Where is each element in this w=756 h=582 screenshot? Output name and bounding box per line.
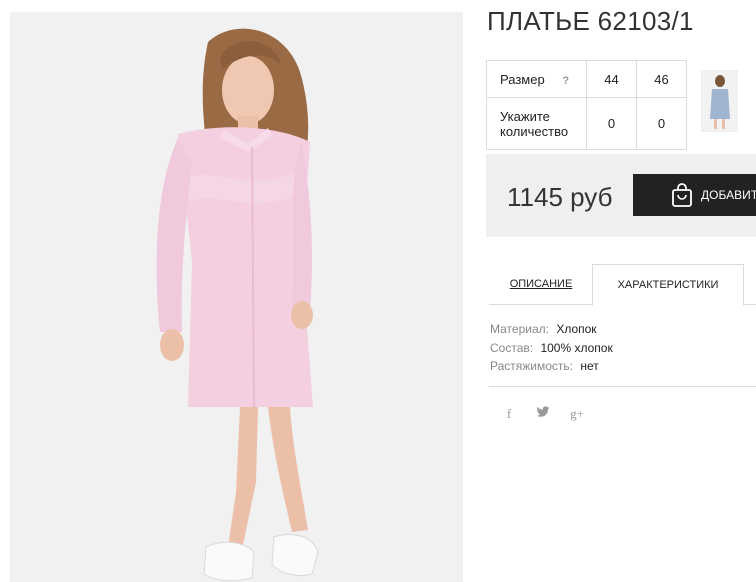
price-value: 1145 руб — [507, 182, 613, 212]
product-main-image[interactable] — [10, 12, 463, 582]
product-thumbnail[interactable] — [701, 70, 738, 132]
tab-description[interactable]: ОПИСАНИЕ — [489, 264, 593, 304]
specs-list: Материал: Хлопок Состав: 100% хлопок Рас… — [490, 320, 613, 376]
spec-key: Материал: — [490, 322, 549, 336]
size-option-44: 44 — [586, 60, 637, 98]
spec-key: Растяжимость: — [490, 359, 574, 373]
size-label-cell: Размер ? — [486, 60, 587, 98]
add-to-cart-button[interactable]: ДОБАВИТЬ — [633, 174, 756, 216]
quantity-input-46[interactable]: 0 — [636, 97, 687, 150]
spec-row-composition: Состав: 100% хлопок — [490, 339, 613, 358]
spec-row-material: Материал: Хлопок — [490, 320, 613, 339]
spec-value: нет — [580, 359, 599, 373]
spec-key: Состав: — [490, 340, 534, 355]
tab-characteristics[interactable]: ХАРАКТЕРИСТИКИ — [592, 264, 744, 306]
divider — [489, 386, 756, 387]
size-label: Размер — [500, 71, 545, 87]
size-help-icon[interactable]: ? — [562, 75, 569, 87]
size-table: Размер ? 44 46 Укажите количество 0 0 — [486, 60, 687, 150]
quantity-input-44[interactable]: 0 — [586, 97, 637, 150]
model-in-dress-illustration — [10, 12, 463, 582]
spec-value: 100% хлопок — [540, 340, 613, 355]
google-plus-icon[interactable]: g+ — [568, 406, 586, 422]
spec-row-stretch: Растяжимость: нет — [490, 357, 613, 376]
quantity-label: Укажите количество — [486, 97, 587, 150]
spec-value: Хлопок — [556, 322, 597, 336]
product-title: ПЛАТЬЕ 62103/1 — [487, 6, 694, 36]
twitter-icon[interactable] — [534, 406, 552, 422]
add-to-cart-label: ДОБАВИТЬ — [701, 188, 756, 202]
facebook-icon[interactable]: f — [500, 406, 518, 422]
thumbnail-image — [702, 71, 737, 131]
shopping-bag-icon — [671, 182, 693, 208]
price-panel: 1145 руб ДОБАВИТЬ — [486, 154, 756, 237]
social-share: f g+ — [500, 406, 586, 422]
product-tabs: ОПИСАНИЕ ХАРАКТЕРИСТИКИ — [489, 264, 756, 306]
size-option-46: 46 — [636, 60, 687, 98]
